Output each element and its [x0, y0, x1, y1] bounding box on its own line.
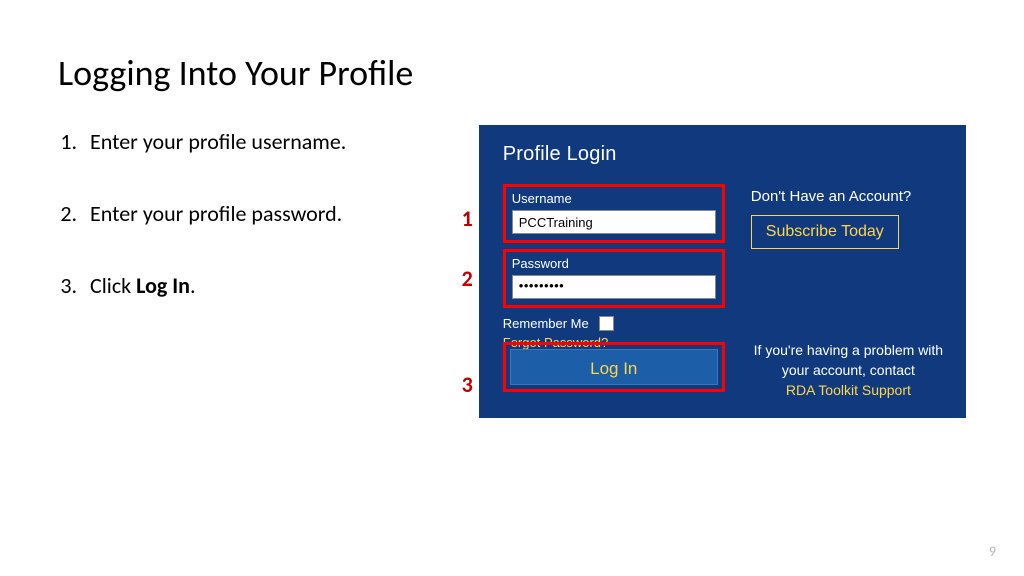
step-2-text: Enter your profile password. — [90, 200, 342, 227]
slide-title: Logging Into Your Profile — [58, 52, 966, 95]
callout-2: 2 — [462, 265, 473, 292]
remember-label: Remember Me — [503, 316, 589, 331]
page-number: 9 — [989, 543, 996, 560]
login-header: Profile Login — [503, 143, 946, 166]
step-2: Enter your profile password. — [82, 199, 441, 229]
step-3-prefix: Click — [90, 272, 136, 299]
step-3-bold: Log In — [136, 272, 190, 299]
password-label: Password — [512, 256, 716, 271]
username-input[interactable] — [512, 210, 716, 234]
step-3-suffix: . — [190, 272, 196, 299]
password-group: Password ••••••••• — [503, 249, 725, 308]
instruction-list: Enter your profile username. Enter your … — [58, 127, 441, 342]
login-left-column: Username Password ••••••••• Remember Me … — [503, 184, 725, 400]
login-button-highlight: Log In — [503, 342, 725, 392]
slide: Logging Into Your Profile Enter your pro… — [0, 0, 1024, 576]
content-row: Enter your profile username. Enter your … — [58, 125, 966, 418]
no-account-text: Don't Have an Account? — [751, 188, 946, 205]
username-group: Username — [503, 184, 725, 243]
password-input[interactable]: ••••••••• — [512, 275, 716, 299]
step-1-text: Enter your profile username. — [90, 128, 346, 155]
username-label: Username — [512, 191, 716, 206]
step-3: Click Log In. — [82, 271, 441, 301]
support-problem-text: If you're having a problem with your acc… — [751, 341, 946, 380]
login-button[interactable]: Log In — [510, 349, 718, 385]
callout-1: 1 — [462, 205, 473, 232]
login-panel: Profile Login Username Password ••••••••… — [479, 125, 966, 418]
remember-checkbox[interactable] — [599, 316, 614, 331]
support-link[interactable]: RDA Toolkit Support — [751, 382, 946, 400]
callout-3: 3 — [462, 371, 473, 398]
subscribe-button[interactable]: Subscribe Today — [751, 215, 899, 249]
login-right-column: Don't Have an Account? Subscribe Today I… — [725, 184, 946, 400]
step-1: Enter your profile username. — [82, 127, 441, 157]
login-body: Username Password ••••••••• Remember Me … — [503, 184, 946, 400]
remember-row: Remember Me — [503, 316, 725, 331]
